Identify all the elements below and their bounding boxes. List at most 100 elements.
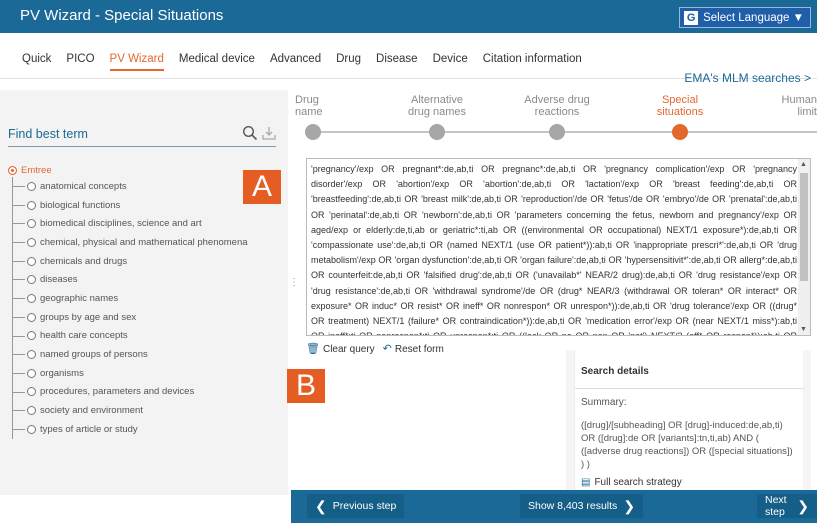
tree-item[interactable]: biomedical disciplines, science and art <box>13 214 248 233</box>
clear-query-label: Clear query <box>322 344 375 355</box>
radio-icon[interactable] <box>27 200 36 210</box>
callout-badge-b: B <box>287 369 325 403</box>
nav-item-pico[interactable]: PICO <box>66 53 94 71</box>
document-icon: ▤ <box>581 477 591 488</box>
google-g-icon: G <box>684 10 699 25</box>
tree-item-label: groups by age and sex <box>40 311 137 323</box>
query-textarea[interactable]: 'pregnancy'/exp OR pregnant*:de,ab,ti OR… <box>306 158 811 336</box>
step-label-line1: Drug <box>295 94 319 106</box>
step-special-situations[interactable]: Special situations <box>640 94 720 140</box>
radio-icon[interactable] <box>27 237 36 247</box>
select-language-label: Select Language ▼ <box>703 11 804 24</box>
steps-track <box>313 131 817 133</box>
tree-item[interactable]: geographic names <box>13 289 248 308</box>
wizard-footer: ❮ Previous step Show 8,403 results ❯ Next … <box>291 490 817 523</box>
callout-badge-a: A <box>243 170 281 204</box>
scroll-down-icon[interactable]: ▼ <box>800 326 807 333</box>
tree-item-label: anatomical concepts <box>40 180 127 192</box>
nav-item-citation-information[interactable]: Citation information <box>483 53 582 71</box>
reset-form-label: Reset form <box>394 344 444 355</box>
scroll-thumb[interactable] <box>800 173 808 281</box>
query-scrollbar[interactable]: ▲ ▼ <box>798 159 810 335</box>
select-language-button[interactable]: G Select Language ▼ <box>679 7 811 28</box>
trash-icon: 🗑 <box>306 343 320 355</box>
panel-resize-handle[interactable]: ⋮ <box>289 278 299 298</box>
tree-item[interactable]: chemicals and drugs <box>13 252 248 271</box>
window-title: PV Wizard - Special Situations <box>20 7 224 24</box>
chevron-left-icon: ❮ <box>315 497 327 514</box>
step-dot[interactable] <box>429 124 445 140</box>
step-dot[interactable] <box>305 124 321 140</box>
step-dot[interactable] <box>549 124 565 140</box>
scroll-up-icon[interactable]: ▲ <box>800 161 807 168</box>
show-results-label: Show 8,403 results <box>528 500 618 512</box>
tree-item[interactable]: health care concepts <box>13 327 248 346</box>
radio-icon[interactable] <box>27 312 36 322</box>
radio-icon[interactable] <box>27 275 36 285</box>
search-details-panel: Search details Summary: ([drug]/[subhead… <box>566 350 811 495</box>
step-adverse-drug-reactions[interactable]: Adverse drug reactions <box>515 94 599 140</box>
search-details-card: Search details Summary: ([drug]/[subhead… <box>574 350 804 495</box>
nav-item-disease[interactable]: Disease <box>376 53 418 71</box>
tree-item[interactable]: anatomical concepts <box>13 177 248 196</box>
tree-item[interactable]: society and environment <box>13 401 248 420</box>
tree-item-label: types of article or study <box>40 423 138 435</box>
radio-icon[interactable] <box>27 181 36 191</box>
reset-form-button[interactable]: ↶ Reset form <box>383 342 444 355</box>
tree-item-label: organisms <box>40 367 84 379</box>
tree-item-label: biological functions <box>40 199 121 211</box>
nav-item-device[interactable]: Device <box>433 53 468 71</box>
next-step-label: Next step <box>765 494 787 518</box>
query-text: 'pregnancy'/exp OR pregnant*:de,ab,ti OR… <box>311 164 797 335</box>
tree-item-label: chemicals and drugs <box>40 255 128 267</box>
nav-item-advanced[interactable]: Advanced <box>270 53 321 71</box>
nav-item-pv-wizard[interactable]: PV Wizard <box>109 53 164 71</box>
tree-item-label: biomedical disciplines, science and art <box>40 218 202 230</box>
search-icon[interactable] <box>242 125 258 141</box>
full-search-strategy-link[interactable]: ▤ Full search strategy <box>581 477 682 488</box>
nav-item-medical-device[interactable]: Medical device <box>179 53 255 71</box>
tree-item-label: chemical, physical and mathematical phen… <box>40 236 248 248</box>
tree-root-emtree[interactable]: Emtree <box>8 163 248 177</box>
step-label-line2: limit <box>797 106 817 118</box>
tree-item[interactable]: procedures, parameters and devices <box>13 383 248 402</box>
tree-item[interactable]: types of article or study <box>13 420 248 439</box>
tree-item[interactable]: diseases <box>13 270 248 289</box>
find-best-term-field[interactable]: Find best term <box>8 123 276 147</box>
step-human-limit[interactable]: Human limit <box>763 94 817 118</box>
tree-root-label: Emtree <box>21 164 52 176</box>
next-step-button[interactable]: Next step ❯ <box>757 494 817 518</box>
previous-step-button[interactable]: ❮ Previous step <box>307 494 405 518</box>
step-dot-active[interactable] <box>672 124 688 140</box>
radio-icon[interactable] <box>27 406 36 416</box>
radio-icon[interactable] <box>27 256 36 266</box>
tree-item[interactable]: biological functions <box>13 196 248 215</box>
tree-item-label: society and environment <box>40 405 143 417</box>
radio-selected-icon[interactable] <box>8 165 17 175</box>
clear-query-button[interactable]: 🗑 Clear query <box>306 342 375 355</box>
step-alternative-drug-names[interactable]: Alternative drug names <box>395 94 479 140</box>
radio-icon[interactable] <box>27 387 36 397</box>
tree-item[interactable]: chemical, physical and mathematical phen… <box>13 233 248 252</box>
tree-item[interactable]: organisms <box>13 364 248 383</box>
show-results-button[interactable]: Show 8,403 results ❯ <box>520 494 644 518</box>
step-label-line1: Alternative <box>411 94 463 106</box>
tree-item[interactable]: named groups of persons <box>13 345 248 364</box>
tree-item[interactable]: groups by age and sex <box>13 308 248 327</box>
download-icon[interactable] <box>262 126 276 140</box>
radio-icon[interactable] <box>27 350 36 360</box>
wizard-steps: Drug name Alternative drug names Adverse… <box>295 94 817 144</box>
ema-mlm-searches-link[interactable]: EMA's MLM searches > <box>684 71 811 85</box>
radio-icon[interactable] <box>27 219 36 229</box>
left-panel: Find best term Emtree anatomical concept… <box>0 90 288 495</box>
tree-item-label: geographic names <box>40 292 119 304</box>
radio-icon[interactable] <box>27 424 36 434</box>
radio-icon[interactable] <box>27 368 36 378</box>
radio-icon[interactable] <box>27 331 36 341</box>
nav-item-quick[interactable]: Quick <box>22 53 51 71</box>
nav-item-drug[interactable]: Drug <box>336 53 361 71</box>
step-drug-name[interactable]: Drug name <box>295 94 335 140</box>
radio-icon[interactable] <box>27 293 36 303</box>
summary-label: Summary: <box>581 397 627 408</box>
tree-item-label: health care concepts <box>40 330 128 342</box>
